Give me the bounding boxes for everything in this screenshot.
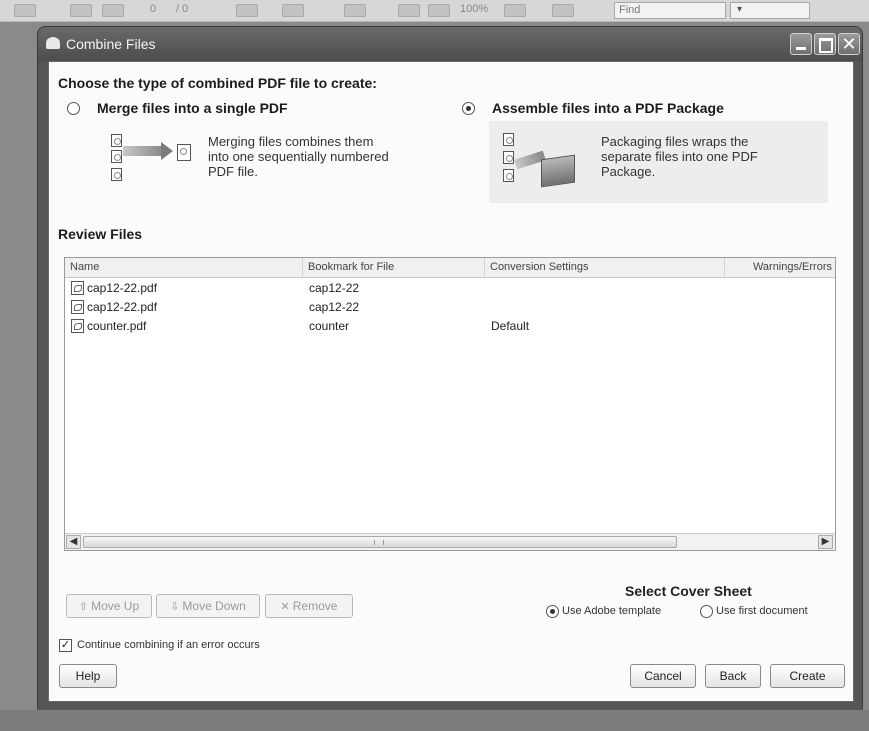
move-up-button[interactable]: ⇧ Move Up: [66, 594, 152, 618]
page-total: / 0: [176, 3, 189, 15]
cover-first-doc-label[interactable]: Use first document: [716, 605, 808, 617]
file-name: cap12-22.pdf: [87, 300, 158, 314]
file-bookmark: cap12-22: [309, 281, 360, 295]
acrobat-icon: [46, 37, 60, 49]
pdf-file-icon: [503, 133, 514, 146]
pdf-file-icon: [71, 281, 84, 295]
zoom-in-icon[interactable]: [428, 4, 450, 17]
find-dropdown[interactable]: ▾: [730, 2, 810, 19]
column-bookmark[interactable]: Bookmark for File: [303, 258, 485, 278]
remove-label: Remove: [292, 599, 338, 613]
merge-desc-line: PDF file.: [208, 164, 258, 179]
arrow-up-icon: ⇧: [78, 601, 89, 613]
remove-x-icon: ✕: [280, 601, 290, 613]
cancel-button[interactable]: Cancel: [630, 664, 696, 688]
fit-page-icon[interactable]: [504, 4, 526, 17]
scroll-left-button[interactable]: ◀: [66, 535, 81, 549]
cover-adobe-radio[interactable]: [546, 605, 559, 618]
move-up-label: Move Up: [91, 599, 140, 613]
dialog-title: Combine Files: [66, 36, 156, 52]
table-row[interactable]: counter.pdf counter Default: [65, 318, 835, 336]
column-warnings[interactable]: Warnings/Errors: [725, 258, 835, 278]
toolbar-mail-icon[interactable]: [102, 4, 124, 17]
toolbar-tool-icon[interactable]: [14, 4, 36, 17]
maximize-button[interactable]: [814, 33, 836, 55]
package-option-label[interactable]: Assemble files into a PDF Package: [492, 100, 724, 116]
package-desc-line: Package.: [601, 164, 656, 179]
file-list-header: Name Bookmark for File Conversion Settin…: [65, 258, 835, 278]
scroll-grip-icon: [374, 540, 384, 545]
create-button[interactable]: Create: [770, 664, 845, 688]
hand-tool-icon[interactable]: [282, 4, 304, 17]
minimize-button[interactable]: [790, 33, 812, 55]
back-button[interactable]: Back: [705, 664, 761, 688]
title-bar[interactable]: Combine Files ✕: [38, 27, 862, 61]
package-desc-line: Packaging files wraps the: [601, 134, 749, 149]
column-conversion[interactable]: Conversion Settings: [485, 258, 725, 278]
page-current[interactable]: 0: [150, 3, 156, 15]
find-input[interactable]: Find: [614, 2, 726, 19]
scroll-right-button[interactable]: ▶: [818, 535, 833, 549]
close-button[interactable]: ✕: [838, 33, 860, 55]
package-radio[interactable]: [462, 102, 475, 115]
combine-type-heading: Choose the type of combined PDF file to …: [58, 75, 377, 91]
fit-width-icon[interactable]: [552, 4, 574, 17]
pdf-file-icon: [111, 134, 122, 147]
cover-first-doc-radio[interactable]: [700, 605, 713, 618]
pdf-file-icon: [503, 169, 514, 182]
continue-on-error-label[interactable]: Continue combining if an error occurs: [77, 639, 260, 651]
merge-desc-line: Merging files combines them: [208, 134, 374, 149]
merge-option-label[interactable]: Merge files into a single PDF: [97, 100, 288, 116]
app-toolbar: 0 / 0 100% Find ▾: [0, 0, 869, 22]
pdf-file-icon: [111, 168, 122, 181]
cover-sheet-title: Select Cover Sheet: [625, 583, 752, 599]
help-button[interactable]: Help: [59, 664, 117, 688]
review-files-heading: Review Files: [58, 226, 143, 242]
scroll-thumb[interactable]: [83, 536, 677, 548]
horizontal-scrollbar[interactable]: ◀ ▶: [65, 533, 835, 550]
pdf-file-icon: [503, 151, 514, 164]
file-bookmark: cap12-22: [309, 300, 360, 314]
merge-radio[interactable]: [67, 102, 80, 115]
combine-files-dialog: Combine Files ✕ Choose the type of combi…: [38, 27, 862, 710]
file-name: counter.pdf: [87, 319, 147, 333]
file-name: cap12-22.pdf: [87, 281, 158, 295]
remove-button[interactable]: ✕ Remove: [265, 594, 353, 618]
zoom-out-icon[interactable]: [398, 4, 420, 17]
file-list[interactable]: Name Bookmark for File Conversion Settin…: [64, 257, 836, 551]
package-box-icon: [541, 154, 575, 188]
merge-arrowhead-icon: [161, 142, 173, 160]
merge-desc-line: into one sequentially numbered: [208, 149, 389, 164]
toolbar-print-icon[interactable]: [70, 4, 92, 17]
table-row[interactable]: cap12-22.pdf cap12-22: [65, 280, 835, 298]
arrow-down-icon: ⇩: [170, 601, 180, 613]
merged-pdf-icon: [177, 144, 191, 161]
file-conversion: Default: [491, 319, 530, 333]
cover-adobe-label[interactable]: Use Adobe template: [562, 605, 661, 617]
zoom-tool-icon[interactable]: [344, 4, 366, 17]
zoom-level[interactable]: 100%: [460, 3, 488, 15]
continue-on-error-checkbox[interactable]: ✓: [59, 639, 72, 652]
package-desc-line: separate files into one PDF: [601, 149, 758, 164]
background-strip: [0, 710, 869, 731]
file-bookmark: counter: [309, 319, 350, 333]
package-description: Packaging files wraps the separate files…: [601, 134, 758, 179]
pdf-file-icon: [111, 150, 122, 163]
merge-arrow-icon: [123, 146, 163, 156]
pdf-file-icon: [71, 300, 84, 314]
dialog-body: Choose the type of combined PDF file to …: [48, 61, 854, 702]
move-down-button[interactable]: ⇩ Move Down: [156, 594, 260, 618]
column-name[interactable]: Name: [65, 258, 303, 278]
move-down-label: Move Down: [182, 599, 246, 613]
select-tool-icon[interactable]: [236, 4, 258, 17]
pdf-file-icon: [71, 319, 84, 333]
table-row[interactable]: cap12-22.pdf cap12-22: [65, 299, 835, 317]
merge-description: Merging files combines them into one seq…: [208, 134, 389, 179]
package-option-panel: Packaging files wraps the separate files…: [489, 121, 828, 203]
